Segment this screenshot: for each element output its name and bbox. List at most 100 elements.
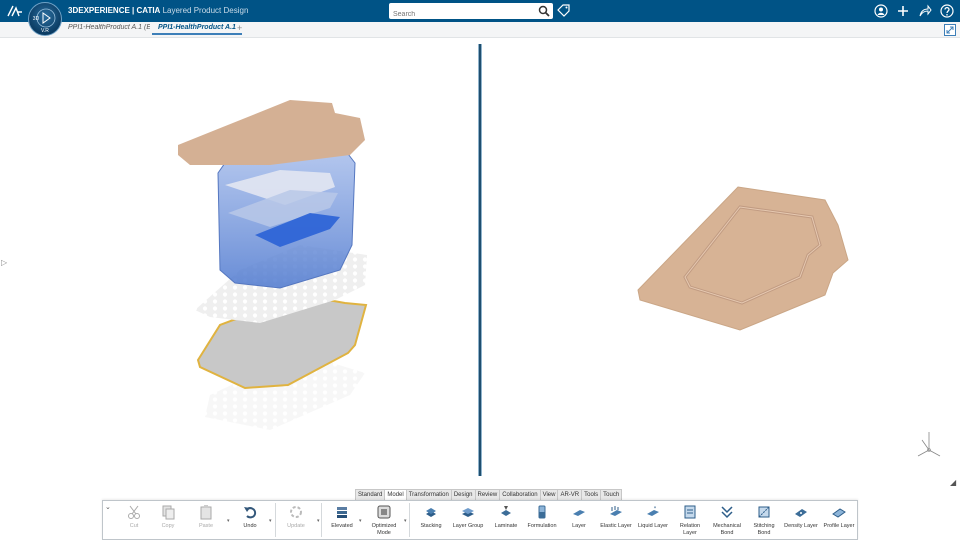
formulation-icon [538, 505, 546, 519]
command-label: Elastic Layer [600, 523, 632, 529]
relation-layer-icon [684, 505, 696, 519]
search-icon[interactable] [538, 5, 550, 17]
command-label: Mechanical Bond [713, 523, 741, 536]
top-bar: 3DEXPERIENCE | CATIA Layered Product Des… [0, 0, 960, 23]
corner-arrow-icon[interactable]: ◢ [950, 478, 956, 487]
command-label: Relation Layer [679, 523, 701, 536]
layer-icon [573, 510, 585, 516]
help-icon[interactable] [940, 3, 954, 19]
copy-icon [162, 505, 175, 520]
optimized-mode-button[interactable]: Optimized Mode [367, 504, 401, 537]
section-tab-review[interactable]: Review [474, 489, 501, 500]
exploded-layers-model[interactable] [170, 95, 380, 435]
tab-health-product[interactable]: PPI1-HealthProduct A.1 [152, 24, 242, 35]
update-dropdown-arrow[interactable]: ▾ [317, 518, 320, 524]
undo-button[interactable]: Undo [233, 504, 267, 530]
viewport-splitter[interactable] [478, 44, 482, 476]
profile-layer-button[interactable]: Profile Layer [822, 504, 856, 530]
command-label: Optimized Mode [371, 523, 397, 536]
elastic-layer-icon [610, 506, 622, 516]
update-icon [290, 506, 302, 518]
user-profile-icon[interactable] [874, 3, 888, 19]
add-icon[interactable] [896, 3, 910, 19]
command-label: Formulation [527, 523, 557, 529]
scissors-icon [128, 505, 140, 519]
section-tab-standard[interactable]: Standard [355, 489, 386, 500]
section-tab-ar-vr[interactable]: AR-VR [557, 489, 583, 500]
stacking-button[interactable]: Stacking [414, 504, 448, 530]
collapse-chevron-icon[interactable]: ⌄ [105, 503, 111, 511]
paste-icon [200, 505, 212, 520]
paste-button[interactable]: Paste [189, 504, 223, 530]
laminate-button[interactable]: Laminate [489, 504, 523, 530]
profile-layer-icon [832, 508, 846, 518]
assembled-pad-model[interactable] [630, 185, 855, 335]
paste-dropdown-arrow[interactable]: ▾ [227, 518, 230, 524]
app-title: 3DEXPERIENCE | CATIA Layered Product Des… [68, 6, 248, 15]
relation-layer-button[interactable]: Relation Layer [673, 504, 707, 537]
command-label: Undo [243, 523, 257, 529]
compass-widget[interactable]: 3D V.R [28, 2, 62, 36]
liquid-layer-button[interactable]: Liquid Layer [636, 504, 670, 530]
command-label: Paste [198, 523, 214, 529]
laminate-icon [501, 506, 511, 516]
command-label: Copy [161, 523, 175, 529]
document-tab-bar: PPI1-HealthProduct A.1 (Expl... PPI1-Hea… [0, 22, 960, 38]
mechanical-bond-button[interactable]: Mechanical Bond [710, 504, 744, 537]
tag-icon[interactable] [557, 4, 570, 17]
command-label: Density Layer [784, 523, 818, 529]
optimized-mode-icon [377, 505, 391, 519]
section-tab-tools[interactable]: Tools [581, 489, 602, 500]
layer-button[interactable]: Layer [562, 504, 596, 530]
copy-button[interactable]: Copy [151, 504, 185, 530]
elevated-button[interactable]: Elevated [325, 504, 359, 530]
toolbar-separator [321, 503, 322, 537]
liquid-layer-icon [647, 506, 659, 516]
search-input[interactable] [389, 6, 529, 23]
brand-bold: 3D [68, 6, 79, 15]
command-label: Laminate [494, 523, 518, 529]
toolbar-separator [275, 503, 276, 537]
formulation-button[interactable]: Formulation [525, 504, 559, 530]
section-tab-transformation[interactable]: Transformation [405, 489, 452, 500]
action-bar-section-tabs: Standard Model Transformation Design Review C… [355, 489, 623, 500]
command-label: Layer [572, 523, 586, 529]
layer-group-icon [462, 508, 474, 517]
compass-3d-label: 3D [32, 16, 40, 22]
share-icon[interactable] [918, 3, 932, 19]
elevated-icon [337, 507, 347, 518]
command-label: Profile Layer [823, 523, 855, 529]
section-tab-touch[interactable]: Touch [600, 489, 623, 500]
stitching-bond-button[interactable]: Stitching Bond [747, 504, 781, 537]
maximize-icon[interactable] [944, 24, 956, 36]
undo-dropdown-arrow[interactable]: ▾ [269, 518, 272, 524]
axis-triad-icon[interactable] [914, 428, 944, 462]
elastic-layer-button[interactable]: Elastic Layer [599, 504, 633, 530]
command-label: Update [287, 523, 305, 529]
density-layer-icon [795, 509, 807, 517]
add-tab-button[interactable]: + [237, 23, 242, 33]
layer-group-button[interactable]: Layer Group [451, 504, 485, 530]
top-skin-layer[interactable] [178, 100, 365, 165]
command-label: Stitching Bond [753, 523, 775, 536]
app-name: Layered Product Design [162, 6, 249, 15]
section-tab-view[interactable]: View [539, 489, 559, 500]
section-tab-model[interactable]: Model [384, 489, 407, 500]
update-button[interactable]: Update [279, 504, 313, 530]
section-tab-collaboration[interactable]: Collaboration [499, 489, 541, 500]
stitching-bond-icon [758, 506, 770, 518]
optimized-mode-dropdown-arrow[interactable]: ▾ [404, 518, 407, 524]
section-tab-design[interactable]: Design [450, 489, 476, 500]
compass-version: V.R [41, 28, 49, 34]
command-label: Cut [129, 523, 139, 529]
panel-expand-icon[interactable]: ▷ [1, 258, 7, 267]
stacking-icon [426, 508, 436, 517]
cut-button[interactable]: Cut [117, 504, 151, 530]
mechanical-bond-icon [721, 506, 733, 519]
density-layer-button[interactable]: Density Layer [784, 504, 818, 530]
search-box[interactable] [389, 3, 553, 23]
command-label: Stacking [420, 523, 442, 529]
elevated-dropdown-arrow[interactable]: ▾ [359, 518, 362, 524]
action-bar: ⌄ Cut Copy Paste Undo Update Elevated Optimize… [102, 500, 858, 540]
tab-exploded[interactable]: PPI1-HealthProduct A.1 (Expl... [68, 24, 150, 31]
